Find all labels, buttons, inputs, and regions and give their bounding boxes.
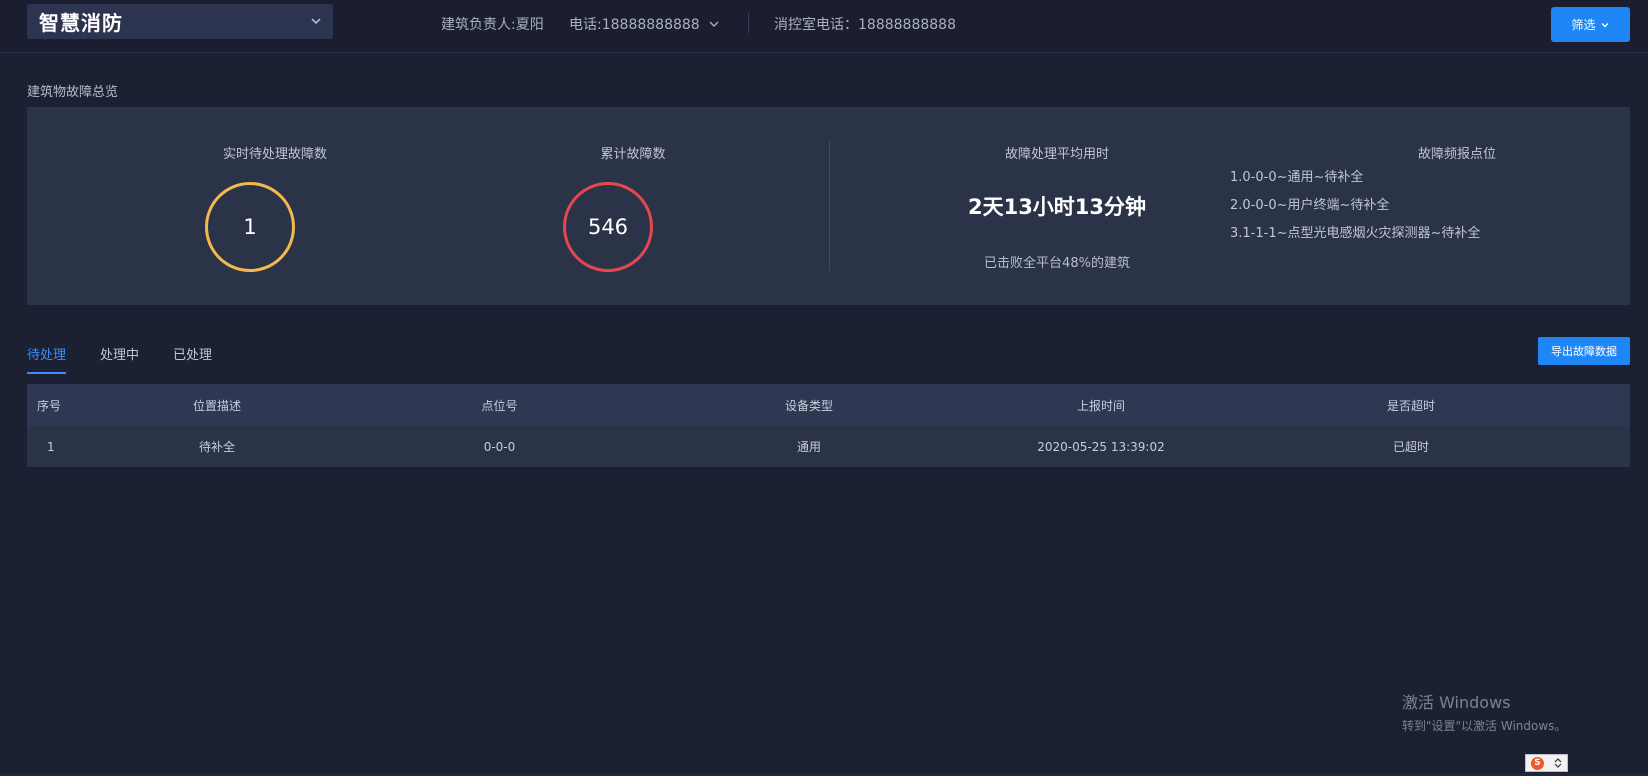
top-bar: 智慧消防 建筑负责人:夏阳 电话:18888888888 消控室电话：18888… xyxy=(0,0,1648,53)
list-item: 2.0-0-0~用户终端~待补全 xyxy=(1230,198,1390,213)
table-cell: 通用 xyxy=(796,440,821,454)
chevron-down-icon xyxy=(1601,22,1608,27)
total-label: 累计故障数 xyxy=(600,147,666,162)
list-item: 1.0-0-0~通用~待补全 xyxy=(1230,170,1364,185)
table-cell: 0-0-0 xyxy=(483,439,516,454)
column-header: 是否超时 xyxy=(1386,398,1435,413)
column-header: 设备类型 xyxy=(784,398,833,413)
tab-processed[interactable]: 已处理 xyxy=(173,344,212,374)
table-row[interactable]: 1 待补全 0-0-0 通用 2020-05-25 13:39:02 已超时 xyxy=(27,426,1630,467)
pending-label: 实时待处理故障数 xyxy=(222,147,327,162)
filter-button[interactable]: 筛选 xyxy=(1551,7,1630,42)
chevron-up-down-icon xyxy=(1554,758,1562,768)
filter-label: 筛选 xyxy=(1571,18,1596,32)
section-title: 建筑物故障总览 xyxy=(27,85,119,100)
watermark-subtitle: 转到"设置"以激活 Windows。 xyxy=(1402,719,1567,733)
phone-text: 电话:18888888888 xyxy=(569,17,700,33)
sogou-icon: S xyxy=(1531,756,1544,770)
fault-table: 序号 位置描述 点位号 设备类型 上报时间 是否超时 1 待补全 0-0-0 通… xyxy=(27,384,1630,467)
avg-label: 故障处理平均用时 xyxy=(1004,147,1109,162)
header-divider xyxy=(748,13,749,33)
table-cell: 1 xyxy=(47,439,55,454)
chevron-down-icon xyxy=(709,21,719,27)
export-button[interactable]: 导出故障数据 xyxy=(1538,337,1630,365)
column-header: 位置描述 xyxy=(192,398,241,413)
app-title: 智慧消防 xyxy=(39,11,123,35)
windows-activation-watermark: 激活 Windows 转到"设置"以激活 Windows。 xyxy=(1402,689,1566,734)
overview-divider xyxy=(829,141,830,271)
column-header: 点位号 xyxy=(481,398,518,413)
table-cell: 2020-05-25 13:39:02 xyxy=(1037,439,1165,454)
table-cell: 已超时 xyxy=(1392,440,1429,454)
freq-list: 1.0-0-0~通用~待补全 2.0-0-0~用户终端~待补全 3.1-1-1~… xyxy=(1230,169,1480,253)
overview-panel: 实时待处理故障数 1 累计故障数 546 故障处理平均用时 2天13小时13分钟… xyxy=(27,107,1630,305)
phone-dropdown[interactable]: 电话:18888888888 xyxy=(569,14,720,34)
freq-label: 故障频报点位 xyxy=(1417,147,1496,162)
pending-value: 1 xyxy=(243,215,257,239)
chevron-down-icon xyxy=(311,18,321,25)
app-selector[interactable]: 智慧消防 xyxy=(27,4,333,39)
building-manager: 建筑负责人:夏阳 xyxy=(441,17,544,33)
column-header: 上报时间 xyxy=(1076,398,1125,413)
tab-processing[interactable]: 处理中 xyxy=(100,344,139,374)
watermark-title: 激活 Windows xyxy=(1402,693,1511,712)
table-header: 序号 位置描述 点位号 设备类型 上报时间 是否超时 xyxy=(27,384,1630,426)
tab-pending[interactable]: 待处理 xyxy=(27,344,67,374)
total-value: 546 xyxy=(587,215,629,239)
control-room-phone: 消控室电话：18888888888 xyxy=(774,17,956,33)
table-cell: 待补全 xyxy=(198,440,235,454)
status-tabs: 待处理 处理中 已处理 xyxy=(27,344,246,374)
beat-text: 已击败全平台48%的建筑 xyxy=(984,256,1130,271)
list-item: 3.1-1-1~点型光电感烟火灾探测器~待补全 xyxy=(1230,226,1481,241)
total-ring: 546 xyxy=(563,182,653,272)
pending-ring: 1 xyxy=(205,182,295,272)
ime-indicator[interactable]: S xyxy=(1525,754,1568,772)
column-header: 序号 xyxy=(37,398,62,413)
avg-value: 2天13小时13分钟 xyxy=(967,195,1147,219)
